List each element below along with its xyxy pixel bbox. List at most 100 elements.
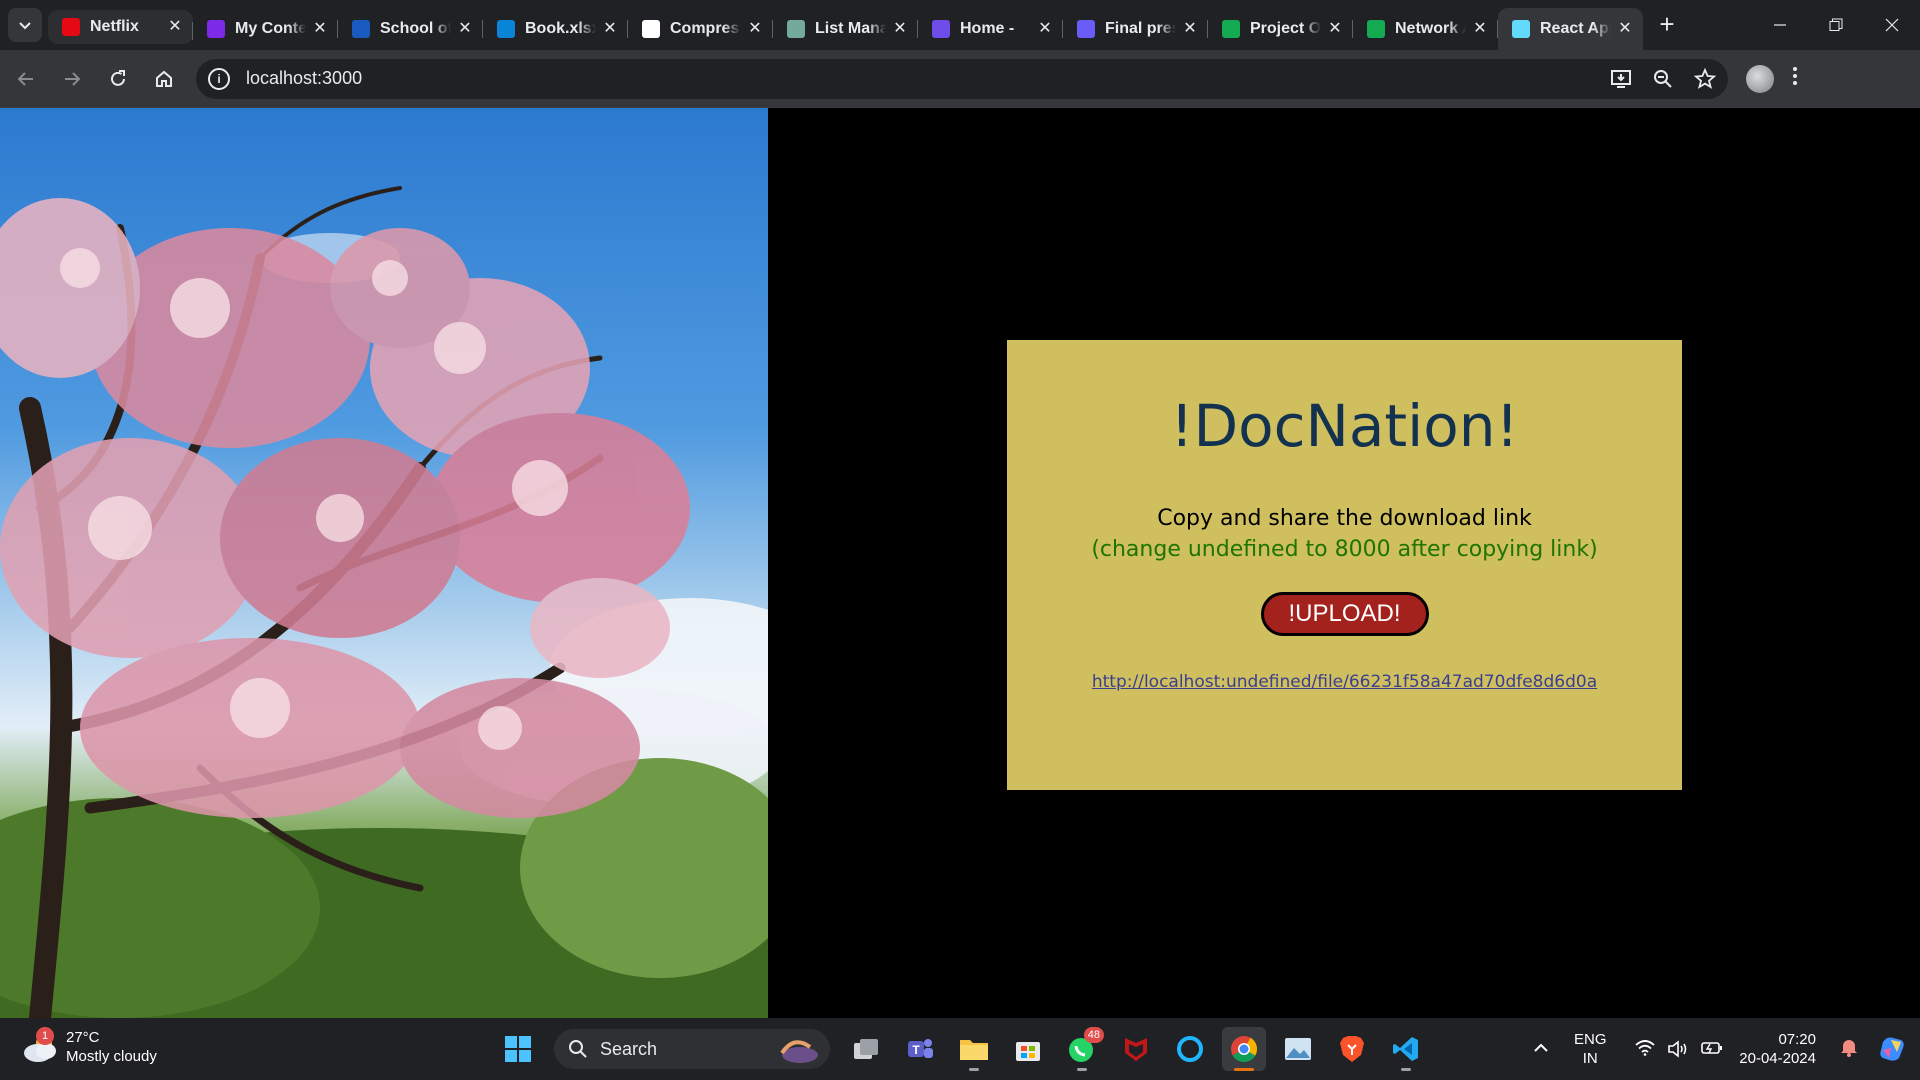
- running-indicator: [1234, 1068, 1254, 1071]
- start-button[interactable]: [496, 1027, 540, 1071]
- word-icon: [352, 20, 370, 38]
- alexa-app[interactable]: [1168, 1027, 1212, 1071]
- tab-title: Book.xlsx: [525, 20, 596, 37]
- weather-widget[interactable]: 1 27°C Mostly cloudy: [20, 1027, 157, 1066]
- close-tab-icon[interactable]: ✕: [457, 21, 473, 37]
- close-tab-icon[interactable]: ✕: [747, 21, 763, 37]
- back-button[interactable]: [6, 59, 46, 99]
- whatsapp-app[interactable]: 48: [1060, 1027, 1104, 1071]
- close-tab-icon[interactable]: ✕: [1327, 21, 1343, 37]
- browser-tab[interactable]: Network Access ✕: [1353, 8, 1498, 50]
- tab-title: React App: [1540, 20, 1611, 37]
- folder-icon: [960, 1040, 988, 1060]
- photos-icon: [1285, 1038, 1311, 1060]
- close-tab-icon[interactable]: ✕: [1617, 21, 1633, 37]
- file-explorer-app[interactable]: [952, 1027, 996, 1071]
- close-tab-icon[interactable]: ✕: [892, 21, 908, 37]
- close-tab-icon[interactable]: ✕: [602, 21, 618, 37]
- close-tab-icon[interactable]: ✕: [167, 19, 183, 35]
- windows-logo-icon: [505, 1036, 531, 1062]
- browser-tab[interactable]: School of ✕: [338, 8, 483, 50]
- quick-settings[interactable]: [1635, 1040, 1723, 1058]
- close-window-button[interactable]: [1864, 0, 1920, 50]
- browser-tab[interactable]: Final presentation ✕: [1063, 8, 1208, 50]
- bookmark-star-icon[interactable]: [1694, 67, 1716, 90]
- close-tab-icon[interactable]: ✕: [1472, 21, 1488, 37]
- close-tab-icon[interactable]: ✕: [1037, 21, 1053, 37]
- wifi-icon: [1635, 1040, 1655, 1056]
- profile-avatar[interactable]: [1746, 64, 1774, 93]
- browser-tab[interactable]: Netflix ✕: [48, 10, 193, 44]
- store-icon: [1016, 1042, 1040, 1061]
- netflix-icon: [62, 18, 80, 36]
- task-view-icon: [854, 1039, 878, 1059]
- new-tab-button[interactable]: +: [1651, 9, 1683, 41]
- tab-list: Netflix✕My Content✕School of✕Book.xlsx✕C…: [48, 0, 1643, 50]
- download-link[interactable]: http://localhost:undefined/file/66231f58…: [1007, 672, 1682, 692]
- vscode-app[interactable]: [1384, 1027, 1428, 1071]
- mcafee-app[interactable]: [1114, 1027, 1158, 1071]
- address-text[interactable]: localhost:3000: [246, 68, 362, 89]
- mongodb-icon: [1222, 20, 1240, 38]
- browser-tab[interactable]: Compressor ✕: [628, 8, 773, 50]
- tab-title: Final presentation: [1105, 20, 1176, 37]
- minimize-icon: [1774, 24, 1786, 26]
- svg-text:T: T: [912, 1043, 920, 1057]
- chrome-app[interactable]: [1222, 1027, 1266, 1071]
- magnolia-tree-photo: [0, 108, 768, 1018]
- minimize-button[interactable]: [1752, 0, 1808, 50]
- share-instruction: Copy and share the download link: [1157, 506, 1532, 531]
- restore-button[interactable]: [1808, 0, 1864, 50]
- tab-title: Netflix: [90, 18, 139, 35]
- tab-title: Home -: [960, 20, 1015, 37]
- close-icon: [1885, 18, 1899, 32]
- reload-button[interactable]: [98, 59, 138, 99]
- onedrive-icon: [497, 20, 515, 38]
- clock[interactable]: 07:20 20-04-2024: [1739, 1030, 1816, 1068]
- upload-button[interactable]: !UPLOAD!: [1260, 592, 1429, 636]
- photos-app[interactable]: [1276, 1027, 1320, 1071]
- browser-tab[interactable]: Project Overview ✕: [1208, 8, 1353, 50]
- home-button[interactable]: [144, 59, 184, 99]
- browser-tab[interactable]: List Manager ✕: [773, 8, 918, 50]
- browser-tab[interactable]: React App ✕: [1498, 8, 1643, 50]
- tab-title: My Content: [235, 20, 306, 37]
- taskbar-search[interactable]: Search: [554, 1029, 830, 1069]
- port-note: (change undefined to 8000 after copying …: [1091, 537, 1598, 562]
- cloudy-weather-icon: 1: [20, 1027, 60, 1065]
- forward-button[interactable]: [52, 59, 92, 99]
- install-app-icon[interactable]: [1610, 68, 1632, 90]
- region-code: IN: [1582, 1050, 1598, 1067]
- address-bar[interactable]: i localhost:3000: [196, 58, 1728, 99]
- task-view-button[interactable]: [844, 1027, 888, 1071]
- volume-icon: [1668, 1040, 1687, 1058]
- page-viewport: !DocNation! Copy and share the download …: [0, 108, 1920, 1018]
- tab-search-button[interactable]: [8, 8, 42, 42]
- browser-tab[interactable]: Home - ✕: [918, 8, 1063, 50]
- tab-title: Network Access: [1395, 20, 1466, 37]
- chevron-down-icon: [19, 22, 31, 30]
- browser-toolbar: i localhost:3000: [0, 50, 1920, 108]
- tab-title: Compressor: [670, 20, 741, 37]
- show-hidden-icons-button[interactable]: [1521, 1040, 1561, 1058]
- notifications-button[interactable]: [1834, 1037, 1864, 1062]
- teams-app[interactable]: T: [898, 1027, 942, 1071]
- mcafee-shield-icon: [1125, 1038, 1147, 1061]
- close-tab-icon[interactable]: ✕: [312, 21, 328, 37]
- search-label: Search: [600, 1038, 658, 1059]
- brave-app[interactable]: [1330, 1027, 1374, 1071]
- site-info-icon[interactable]: i: [208, 67, 230, 90]
- browser-tab[interactable]: My Content ✕: [193, 8, 338, 50]
- close-tab-icon[interactable]: ✕: [1182, 21, 1198, 37]
- browser-tab[interactable]: Book.xlsx ✕: [483, 8, 628, 50]
- system-tray: ENG IN 07:20 20-04-2024: [1521, 1018, 1920, 1080]
- copilot-button[interactable]: [1864, 1034, 1920, 1064]
- canva-c-icon: [932, 20, 950, 38]
- language-indicator[interactable]: ENG IN: [1561, 1030, 1619, 1068]
- whatsapp-badge: 48: [1083, 1027, 1104, 1043]
- kebab-menu-icon[interactable]: [1792, 66, 1798, 91]
- chevron-up-icon: [1534, 1043, 1548, 1052]
- microsoft-store-app[interactable]: [1006, 1027, 1050, 1071]
- zoom-icon[interactable]: [1652, 68, 1674, 90]
- battery-icon: [1701, 1042, 1723, 1054]
